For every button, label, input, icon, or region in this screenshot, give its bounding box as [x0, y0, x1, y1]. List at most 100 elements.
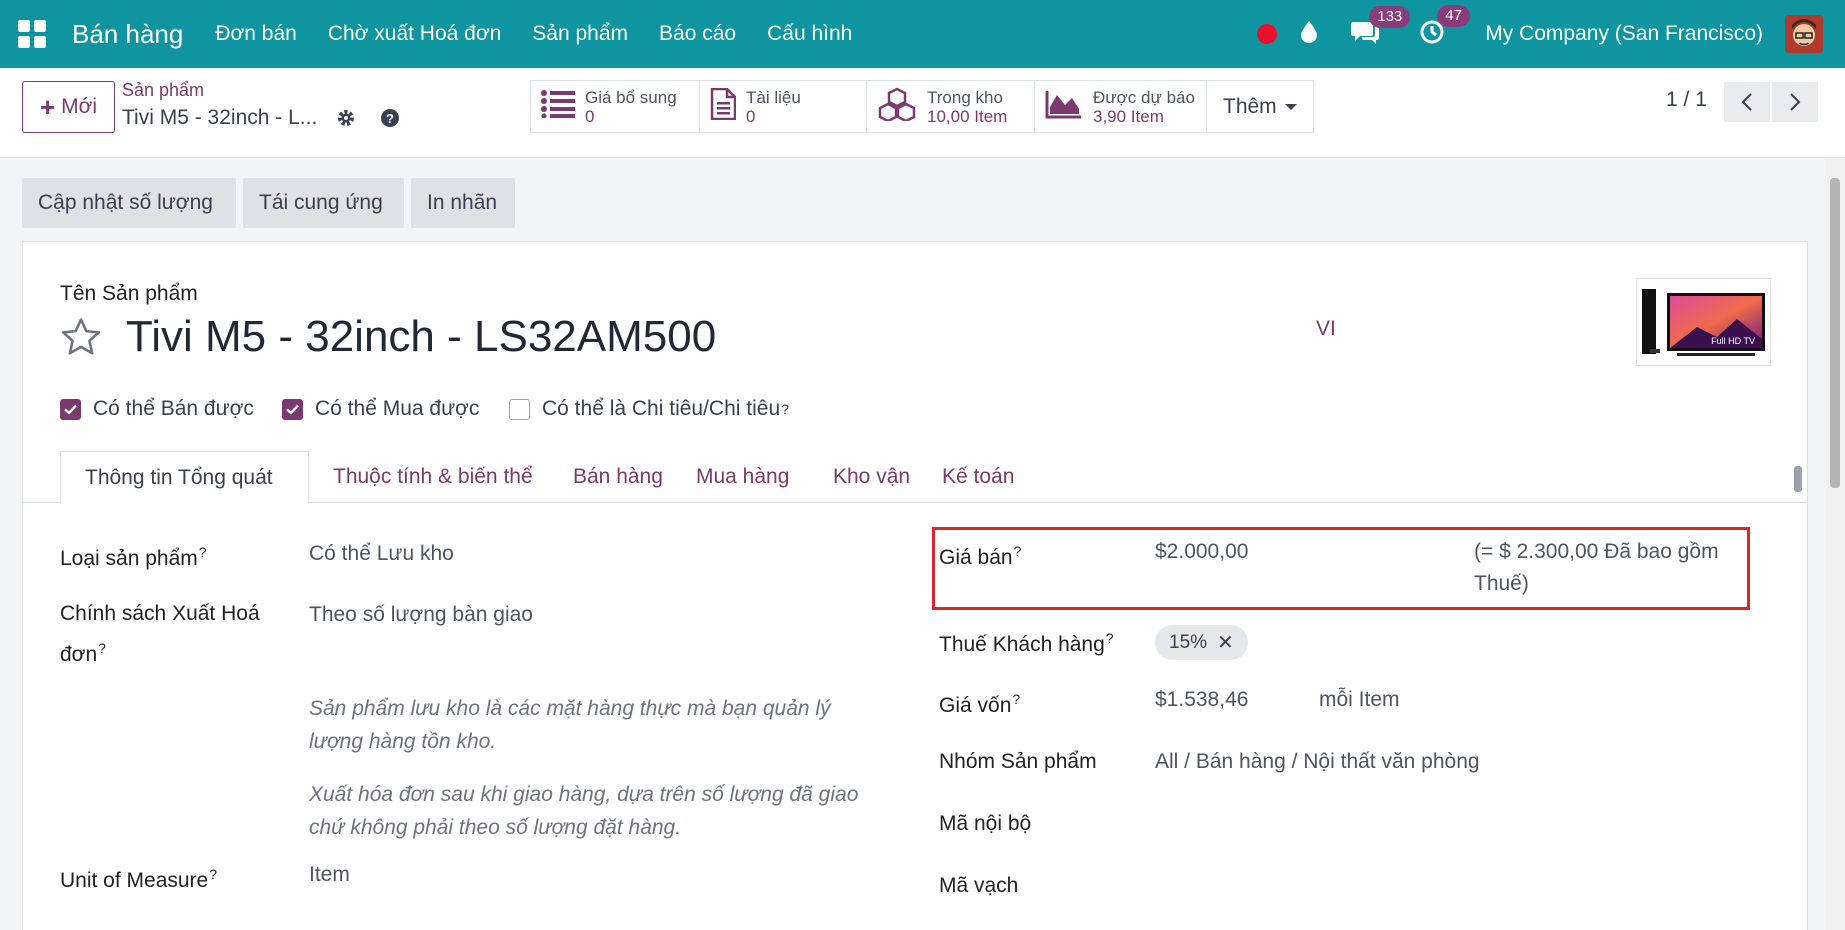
form-sheet: Tên Sản phẩm Tivi M5 - 32inch - LS32AM50…	[22, 241, 1808, 930]
cost-value[interactable]: $1.538,46	[1155, 683, 1248, 717]
replenish-button[interactable]: Tái cung ứng	[243, 178, 404, 228]
menu-products[interactable]: Sản phẩm	[532, 22, 628, 46]
image-caption: Full HD TV	[1711, 336, 1755, 346]
smart-button-value: 3,90 Item	[1093, 106, 1164, 126]
svg-text:?: ?	[386, 111, 394, 126]
top-navbar: Bán hàng Đơn bán Chờ xuất Hoá đơn Sản ph…	[0, 0, 1845, 68]
tab-attributes-variants[interactable]: Thuộc tính & biến thể	[309, 451, 557, 503]
list-icon	[541, 90, 575, 123]
form-tabs: Thông tin Tổng quát Thuộc tính & biến th…	[23, 451, 1807, 504]
extra-prices-button[interactable]: Giá bổ sung 0	[531, 81, 700, 132]
product-type-value[interactable]: Có thể Lưu kho	[309, 537, 454, 571]
drop-icon[interactable]	[1301, 20, 1318, 48]
can-be-expensed-checkbox[interactable]: Có thể là Chi tiêu/Chi tiêu?	[509, 397, 789, 421]
tab-accounting[interactable]: Kế toán	[918, 451, 1038, 503]
invoice-policy-help-2: chứ không phải theo số lượng đặt hàng.	[309, 816, 682, 839]
gear-icon[interactable]	[336, 108, 356, 133]
menu-configuration[interactable]: Cấu hình	[767, 22, 852, 46]
breadcrumb-parent[interactable]: Sản phẩm	[122, 80, 204, 101]
cost-label: Giá vốn?	[939, 691, 1021, 717]
menu-orders[interactable]: Đơn bán	[215, 22, 297, 46]
smart-button-label: Được dự báo	[1093, 87, 1195, 107]
sale-price-label: Giá bán?	[939, 543, 1022, 569]
more-button[interactable]: Thêm	[1207, 81, 1313, 132]
avatar[interactable]	[1785, 15, 1823, 53]
menu-reporting[interactable]: Báo cáo	[659, 22, 736, 46]
can-be-sold-label: Có thể Bán được	[93, 397, 254, 420]
document-icon	[710, 87, 737, 125]
uom-value[interactable]: Item	[309, 858, 350, 892]
breadcrumb-current: Tivi M5 - 32inch - L...	[122, 106, 318, 129]
can-be-purchased-label: Có thể Mua được	[315, 397, 480, 420]
apps-grid-icon[interactable]	[18, 20, 46, 48]
activities-icon[interactable]: 47	[1419, 4, 1470, 50]
product-type-label: Loại sản phẩm?	[60, 544, 207, 570]
scrollbar-thumb[interactable]	[1830, 178, 1840, 488]
cost-unit: mỗi Item	[1319, 688, 1400, 711]
pager-value[interactable]: 1 / 1	[1666, 88, 1707, 112]
uom-label: Unit of Measure?	[60, 866, 218, 892]
smart-buttons: Giá bổ sung 0 Tài liệu 0 Trong kho 10,00 It…	[530, 80, 1314, 133]
pager-next-button[interactable]	[1772, 82, 1818, 122]
can-be-sold-checkbox[interactable]: Có thể Bán được	[60, 397, 254, 421]
favorite-star-icon[interactable]	[59, 315, 103, 364]
can-be-purchased-checkbox[interactable]: Có thể Mua được	[282, 397, 479, 421]
checkbox-checked-icon	[282, 398, 303, 420]
product-name-label: Tên Sản phẩm	[60, 282, 198, 305]
help-tooltip-icon[interactable]: ?	[199, 544, 207, 560]
tab-sales[interactable]: Bán hàng	[549, 451, 687, 503]
tax-tag-label: 15%	[1169, 631, 1208, 653]
new-button[interactable]: + Mới	[22, 81, 115, 133]
smart-button-value: 0	[746, 106, 756, 126]
invoice-policy-label: Chính sách Xuất Hoá	[60, 602, 260, 625]
page-scrollbar[interactable]	[1825, 158, 1845, 930]
tab-general-info[interactable]: Thông tin Tổng quát	[60, 451, 309, 504]
activities-badge: 47	[1437, 4, 1470, 27]
record-icon[interactable]	[1257, 24, 1278, 44]
invoice-policy-help: Xuất hóa đơn sau khi giao hàng, dựa trên…	[309, 783, 859, 806]
form-view: Cập nhật số lượng Tái cung ứng In nhãn T…	[0, 158, 1825, 930]
smart-button-value: 10,00 Item	[927, 106, 1008, 126]
menu-to-invoice[interactable]: Chờ xuất Hoá đơn	[328, 22, 501, 46]
tab-inventory[interactable]: Kho vận	[809, 451, 934, 503]
remove-tag-icon[interactable]: ✕	[1217, 630, 1234, 655]
plus-icon: +	[39, 91, 56, 122]
checkbox-unchecked-icon	[509, 398, 530, 420]
category-value[interactable]: All / Bán hàng / Nội thất văn phòng	[1155, 745, 1480, 779]
update-quantity-button[interactable]: Cập nhật số lượng	[22, 178, 236, 228]
forecasted-button[interactable]: Được dự báo 3,90 Item	[1035, 81, 1207, 132]
tabs-scrollbar[interactable]	[1791, 453, 1805, 501]
help-tooltip-icon[interactable]: ?	[1106, 630, 1114, 646]
checkbox-checked-icon	[60, 398, 81, 420]
product-name[interactable]: Tivi M5 - 32inch - LS32AM500	[126, 312, 716, 362]
area-chart-icon	[1045, 89, 1083, 124]
help-tooltip-icon[interactable]: ?	[1014, 543, 1022, 559]
product-type-help-2: lượng hàng tồn kho.	[309, 730, 497, 753]
messages-icon[interactable]: 133	[1351, 5, 1411, 49]
tab-purchase[interactable]: Mua hàng	[672, 451, 813, 503]
on-hand-button[interactable]: Trong kho 10,00 Item	[867, 81, 1035, 132]
more-button-label: Thêm	[1223, 94, 1277, 118]
documents-button[interactable]: Tài liệu 0	[700, 81, 867, 132]
help-icon[interactable]: ?	[380, 108, 400, 133]
company-switcher[interactable]: My Company (San Francisco)	[1485, 22, 1763, 46]
app-brand[interactable]: Bán hàng	[72, 19, 183, 50]
product-image[interactable]: Full HD TV	[1636, 278, 1771, 366]
print-labels-button[interactable]: In nhãn	[411, 178, 515, 228]
customer-tax-tag[interactable]: 15% ✕	[1155, 625, 1248, 660]
internal-reference-label: Mã nội bộ	[939, 812, 1032, 835]
cubes-icon	[877, 87, 917, 126]
help-tooltip-icon[interactable]: ?	[98, 640, 106, 656]
smart-button-label: Tài liệu	[746, 87, 801, 107]
invoice-policy-value[interactable]: Theo số lượng bàn giao	[309, 598, 533, 632]
help-tooltip-icon[interactable]: ?	[209, 866, 217, 882]
category-label: Nhóm Sản phẩm	[939, 750, 1097, 773]
sale-price-value[interactable]: $2.000,00	[1155, 535, 1248, 569]
language-button[interactable]: VI	[1316, 317, 1336, 341]
invoice-policy-label-2: đơn?	[60, 640, 106, 666]
help-tooltip-icon[interactable]: ?	[781, 401, 789, 417]
pager-previous-button[interactable]	[1724, 82, 1770, 122]
control-panel: + Mới Sản phẩm Tivi M5 - 32inch - L... ?…	[0, 68, 1845, 158]
help-tooltip-icon[interactable]: ?	[1012, 691, 1020, 707]
sale-price-tax-included: (= $ 2.300,00 Đã bao gồm	[1474, 540, 1719, 563]
